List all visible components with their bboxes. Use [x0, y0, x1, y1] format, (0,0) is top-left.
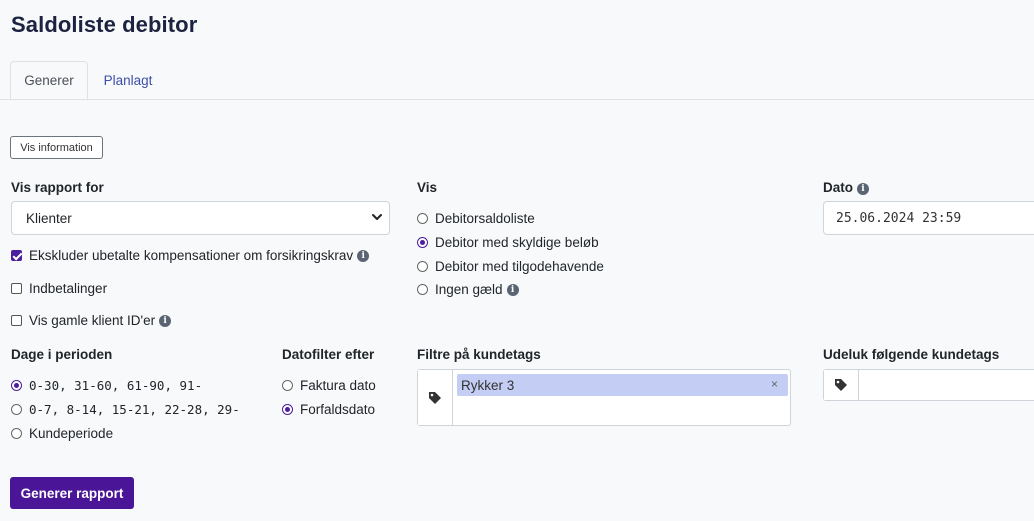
exclude-tags-input[interactable]: [823, 369, 1034, 401]
ekskluder-checkbox[interactable]: [11, 250, 22, 261]
gamle-klient-checkbox[interactable]: [11, 315, 22, 326]
chevron-down-icon: [372, 214, 382, 220]
info-icon[interactable]: i: [857, 183, 869, 195]
tag-chip[interactable]: Rykker 3 ×: [457, 374, 788, 396]
radio-button[interactable]: [11, 380, 22, 391]
radio-button[interactable]: [11, 428, 22, 439]
tag-addon: [418, 370, 453, 425]
checkbox-row-gamle-klient[interactable]: Vis gamle klient ID'er i: [11, 313, 172, 328]
checkbox-row-indbetalinger[interactable]: Indbetalinger: [11, 281, 107, 296]
radio-button[interactable]: [417, 213, 428, 224]
radio-label: Debitor med skyldige beløb: [435, 235, 599, 250]
info-icon[interactable]: i: [159, 314, 172, 327]
radio-period-2[interactable]: 0-7, 8-14, 15-21, 22-28, 29-: [11, 402, 240, 417]
tab-planlagt[interactable]: Planlagt: [96, 61, 160, 100]
radio-button[interactable]: [417, 261, 428, 272]
tag-addon: [824, 370, 859, 400]
radio-faktura-dato[interactable]: Faktura dato: [282, 378, 376, 393]
close-icon[interactable]: ×: [771, 377, 778, 391]
radio-button[interactable]: [282, 404, 293, 415]
report-for-selected: Klienter: [26, 210, 72, 226]
customer-tags-input[interactable]: Rykker 3 ×: [417, 369, 791, 426]
gamle-klient-label: Vis gamle klient ID'er: [29, 313, 156, 328]
radio-label: 0-7, 8-14, 15-21, 22-28, 29-: [29, 402, 240, 417]
dato-label-text: Dato: [823, 180, 853, 195]
radio-button[interactable]: [417, 284, 428, 295]
report-for-label: Vis rapport for: [11, 180, 104, 195]
ekskluder-label: Ekskluder ubetalte kompensationer om for…: [29, 248, 354, 263]
radio-button[interactable]: [282, 380, 293, 391]
radio-label: Forfaldsdato: [300, 402, 376, 417]
datefilter-label: Datofilter efter: [282, 347, 375, 362]
radio-label: Kundeperiode: [29, 426, 114, 441]
radio-period-1[interactable]: 0-30, 31-60, 61-90, 91-: [11, 378, 202, 393]
radio-forfaldsdato[interactable]: Forfaldsdato: [282, 402, 375, 417]
tab-generer[interactable]: Generer: [10, 61, 88, 100]
radio-label: Debitor med tilgodehavende: [435, 259, 604, 274]
radio-label: Faktura dato: [300, 378, 376, 393]
info-icon[interactable]: i: [506, 283, 519, 296]
generate-report-button[interactable]: Generer rapport: [10, 477, 134, 509]
radio-label: Ingen gæld: [435, 282, 503, 297]
tag-chip-label: Rykker 3: [461, 377, 515, 393]
dato-input[interactable]: 25.06.2024 23:59: [823, 201, 1034, 235]
periods-label: Dage i perioden: [11, 347, 113, 362]
vis-label: Vis: [417, 180, 438, 195]
tabs-divider: [0, 99, 1034, 100]
tag-icon: [429, 391, 441, 404]
indbetalinger-checkbox[interactable]: [11, 283, 22, 294]
radio-button[interactable]: [11, 404, 22, 415]
info-icon[interactable]: i: [357, 249, 370, 262]
page-title: Saldoliste debitor: [11, 12, 198, 37]
radio-label: 0-30, 31-60, 61-90, 91-: [29, 378, 203, 393]
exclude-tags-label: Udeluk følgende kundetags: [823, 347, 1000, 362]
radio-kundeperiode[interactable]: Kundeperiode: [11, 426, 113, 441]
radio-skyldige[interactable]: Debitor med skyldige beløb: [417, 235, 599, 250]
radio-debitorsaldoliste[interactable]: Debitorsaldoliste: [417, 211, 535, 226]
checkbox-row-ekskluder[interactable]: Ekskluder ubetalte kompensationer om for…: [11, 248, 370, 263]
radio-button[interactable]: [417, 237, 428, 248]
indbetalinger-label: Indbetalinger: [29, 281, 108, 296]
vis-information-button[interactable]: Vis information: [10, 136, 103, 159]
radio-label: Debitorsaldoliste: [435, 211, 535, 226]
radio-ingen-gaeld[interactable]: Ingen gæld i: [417, 282, 519, 297]
dato-label: Dato i: [823, 180, 869, 195]
report-for-select[interactable]: Klienter: [11, 201, 390, 235]
tag-icon: [835, 379, 847, 391]
radio-tilgodehavende[interactable]: Debitor med tilgodehavende: [417, 259, 604, 274]
customer-tags-label: Filtre på kundetags: [417, 347, 541, 362]
